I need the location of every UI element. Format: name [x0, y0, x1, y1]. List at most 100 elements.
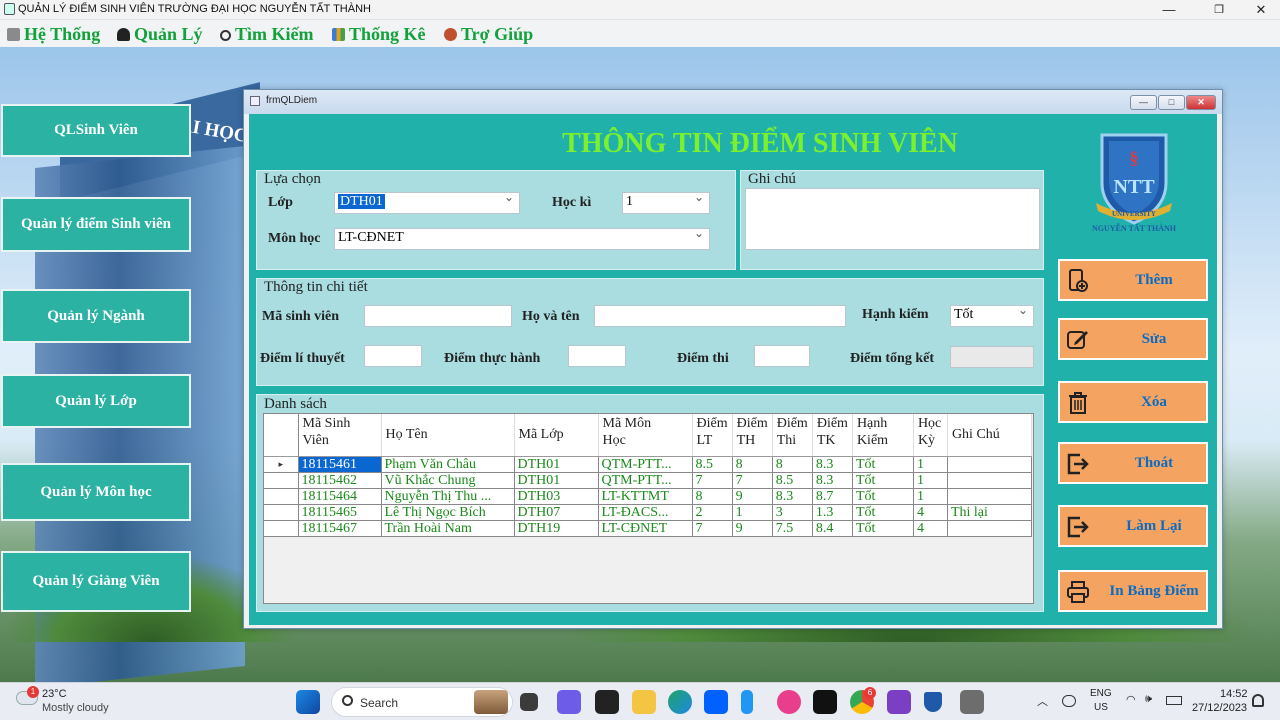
conduct-select[interactable]: Tốt: [950, 303, 1034, 327]
table-cell[interactable]: 4: [913, 520, 948, 537]
visual-studio-icon[interactable]: [887, 690, 911, 714]
table-cell[interactable]: 2: [692, 504, 733, 521]
col-header-student-id[interactable]: Mã Sinh Viên: [298, 414, 382, 457]
table-cell[interactable]: 8.4: [812, 520, 853, 537]
add-button[interactable]: Thêm: [1058, 259, 1208, 301]
table-cell[interactable]: Tốt: [852, 472, 914, 489]
col-header-class[interactable]: Mã Lớp: [514, 414, 599, 457]
table-row[interactable]: 18115465 Lê Thị Ngọc Bích DTH07 LT-ĐACS... 2…: [264, 504, 1032, 521]
form-minimize-icon[interactable]: —: [1130, 95, 1157, 110]
table-cell[interactable]: 1: [913, 456, 948, 473]
taskbar-search[interactable]: Search: [331, 687, 513, 717]
table-cell[interactable]: 7: [732, 472, 773, 489]
table-cell[interactable]: 18115462: [298, 472, 382, 489]
table-cell[interactable]: 1: [913, 488, 948, 505]
table-cell[interactable]: Tốt: [852, 488, 914, 505]
table-cell[interactable]: 18115465: [298, 504, 382, 521]
table-row[interactable]: ▸ 18115461 Phạm Văn Châu DTH01 QTM-PTT... 8.5…: [264, 456, 1032, 473]
practice-score-field[interactable]: [568, 345, 626, 367]
col-header-conduct[interactable]: Hạnh Kiểm: [852, 414, 914, 457]
nav-ql-lop[interactable]: Quản lý Lớp: [1, 374, 191, 428]
table-cell[interactable]: 18115467: [298, 520, 382, 537]
edge-icon[interactable]: [668, 690, 692, 714]
close-icon[interactable]: ✕: [1244, 0, 1278, 20]
table-row[interactable]: 18115464 Nguyễn Thị Thu ... DTH03 LT-KTTMT 8…: [264, 488, 1032, 505]
table-cell[interactable]: DTH07: [514, 504, 599, 521]
row-header[interactable]: [264, 488, 299, 505]
table-cell[interactable]: 18115464: [298, 488, 382, 505]
table-cell[interactable]: DTH03: [514, 488, 599, 505]
table-cell[interactable]: Tốt: [852, 504, 914, 521]
table-cell[interactable]: 8.3: [812, 456, 853, 473]
print-button[interactable]: In Bảng Điểm: [1058, 570, 1208, 612]
weather-temp[interactable]: 23°C: [42, 688, 67, 700]
table-cell[interactable]: [947, 488, 1032, 505]
chat-icon[interactable]: [557, 690, 581, 714]
vscode-icon[interactable]: [741, 690, 753, 714]
nav-ql-giang-vien[interactable]: Quản lý Giảng Viên: [1, 551, 191, 612]
table-cell[interactable]: Tốt: [852, 456, 914, 473]
theory-score-field[interactable]: [364, 345, 422, 367]
app-icon-2[interactable]: [960, 690, 984, 714]
lang-top[interactable]: ENG: [1090, 688, 1112, 699]
row-header[interactable]: [264, 472, 299, 489]
table-cell[interactable]: DTH01: [514, 472, 599, 489]
table-cell[interactable]: [947, 456, 1032, 473]
nav-ql-mon-hoc[interactable]: Quản lý Môn học: [1, 463, 191, 521]
dropbox-icon[interactable]: [704, 690, 728, 714]
lang-bottom[interactable]: US: [1094, 702, 1108, 713]
table-cell[interactable]: 8.3: [812, 472, 853, 489]
table-cell[interactable]: DTH01: [514, 456, 599, 473]
weather-desc[interactable]: Mostly cloudy: [42, 702, 109, 714]
table-row[interactable]: 18115462 Vũ Khắc Chung DTH01 QTM-PTT... 7 7 8.…: [264, 472, 1032, 489]
menu-thong-ke[interactable]: Thống Kê: [332, 23, 426, 45]
table-cell[interactable]: 7: [692, 472, 733, 489]
exit-button[interactable]: Thoát: [1058, 442, 1208, 484]
col-header-total[interactable]: Điểm TK: [812, 414, 853, 457]
table-cell[interactable]: QTM-PTT...: [598, 472, 693, 489]
clock-time[interactable]: 14:52: [1220, 688, 1248, 700]
notification-bell-icon[interactable]: [1252, 694, 1264, 707]
subject-select[interactable]: LT-CĐNET: [334, 226, 710, 250]
col-header-note[interactable]: Ghi Chú: [947, 414, 1032, 457]
exam-score-field[interactable]: [754, 345, 810, 367]
table-cell[interactable]: Vũ Khắc Chung: [381, 472, 515, 489]
table-cell[interactable]: 1.3: [812, 504, 853, 521]
table-cell[interactable]: Thi lại: [947, 504, 1032, 521]
fullname-field[interactable]: [594, 305, 846, 327]
nav-ql-nganh[interactable]: Quản lý Ngành: [1, 289, 191, 343]
table-cell[interactable]: Tốt: [852, 520, 914, 537]
nav-ql-diem[interactable]: Quản lý điểm Sinh viên: [1, 197, 191, 252]
score-grid[interactable]: Mã Sinh Viên Họ Tên Mã Lớp Mã Môn Học Điểm…: [263, 413, 1034, 604]
table-cell[interactable]: 8.5: [692, 456, 733, 473]
table-cell[interactable]: 8: [772, 456, 813, 473]
table-cell[interactable]: 4: [913, 504, 948, 521]
menu-quan-ly[interactable]: Quản Lý: [117, 23, 203, 45]
table-cell[interactable]: 1: [913, 472, 948, 489]
semester-select[interactable]: 1: [622, 190, 710, 214]
col-header-subject[interactable]: Mã Môn Học: [598, 414, 693, 457]
table-cell[interactable]: LT-KTTMT: [598, 488, 693, 505]
camera-icon[interactable]: [595, 690, 619, 714]
table-cell[interactable]: 9: [732, 488, 773, 505]
table-cell[interactable]: 8.7: [812, 488, 853, 505]
table-cell[interactable]: 8.5: [772, 472, 813, 489]
row-header[interactable]: ▸: [264, 456, 299, 473]
class-select[interactable]: DTH01: [334, 190, 520, 214]
table-cell[interactable]: [947, 472, 1032, 489]
table-cell[interactable]: Nguyễn Thị Thu ...: [381, 488, 515, 505]
task-view-icon[interactable]: [520, 693, 538, 711]
col-header-exam[interactable]: Điểm Thi: [772, 414, 813, 457]
note-textarea[interactable]: [745, 188, 1040, 250]
form-restore-icon[interactable]: □: [1158, 95, 1185, 110]
menu-he-thong[interactable]: Hệ Thống: [7, 23, 100, 45]
nav-ql-sinh-vien[interactable]: QLSinh Viên: [1, 104, 191, 157]
file-explorer-icon[interactable]: [632, 690, 656, 714]
row-header[interactable]: [264, 504, 299, 521]
cloud-tray-icon[interactable]: [1062, 695, 1076, 707]
app-logo-icon[interactable]: [924, 692, 942, 712]
delete-button[interactable]: Xóa: [1058, 381, 1208, 423]
table-cell[interactable]: 7.5: [772, 520, 813, 537]
table-cell[interactable]: [947, 520, 1032, 537]
battery-icon[interactable]: [1166, 696, 1182, 705]
